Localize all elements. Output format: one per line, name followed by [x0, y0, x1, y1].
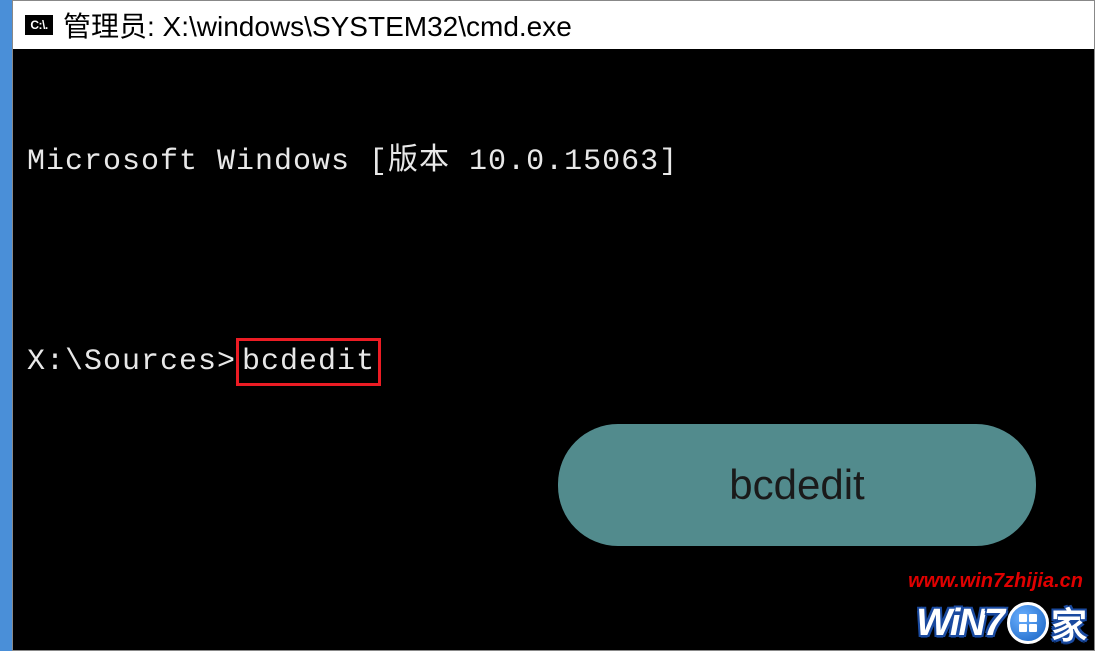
- titlebar[interactable]: C:\. 管理员: X:\windows\SYSTEM32\cmd.exe: [13, 1, 1094, 49]
- logo-7-text: 7: [984, 602, 1005, 645]
- cmd-window: C:\. 管理员: X:\windows\SYSTEM32\cmd.exe Mi…: [12, 0, 1095, 651]
- logo-dot-icon: [1007, 602, 1049, 644]
- cmd-icon: C:\.: [25, 15, 53, 35]
- command-highlight: bcdedit: [236, 338, 381, 386]
- windows-flag-icon: [1019, 614, 1037, 632]
- watermark-url: www.win7zhijia.cn: [908, 570, 1083, 593]
- version-line: Microsoft Windows [版本 10.0.15063]: [27, 143, 1080, 182]
- callout-text: bcdedit: [729, 461, 864, 509]
- prompt-text: X:\Sources>: [27, 345, 236, 379]
- terminal-output[interactable]: Microsoft Windows [版本 10.0.15063] X:\Sou…: [13, 49, 1094, 650]
- prompt-line: X:\Sources>bcdedit: [27, 338, 1080, 386]
- callout-bubble: bcdedit: [558, 424, 1036, 546]
- window-title: 管理员: X:\windows\SYSTEM32\cmd.exe: [63, 5, 572, 45]
- logo-jia-text: 家: [1051, 597, 1087, 649]
- watermark-logo: WiN 7 家: [916, 597, 1087, 649]
- logo-win-text: WiN: [916, 602, 984, 645]
